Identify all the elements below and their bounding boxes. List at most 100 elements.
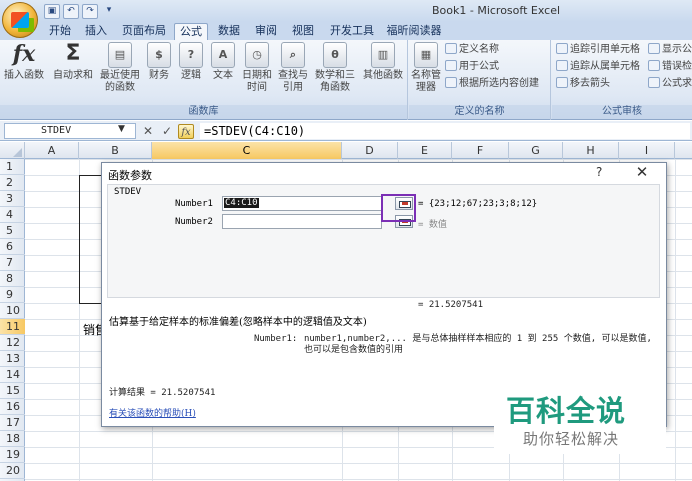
column-header-g[interactable]: G <box>509 142 563 159</box>
formula-input[interactable]: =STDEV(C4:C10) <box>200 123 690 139</box>
office-button[interactable] <box>2 2 38 38</box>
help-icon[interactable]: ? <box>596 165 602 179</box>
grid-line <box>675 159 676 481</box>
name-box[interactable]: STDEV <box>4 123 136 139</box>
formula-buttons: ✕ ✓ fx <box>140 123 194 139</box>
column-header-d[interactable]: D <box>342 142 398 159</box>
financial-button[interactable]: $ 财务 <box>144 42 174 82</box>
row-header[interactable]: 9 <box>0 287 25 303</box>
insert-function-fx-icon[interactable]: fx <box>178 123 194 139</box>
trace-precedents-icon <box>556 43 568 54</box>
tab-insert[interactable]: 插入 <box>80 23 112 40</box>
watermark-title: 百科全说 <box>506 394 627 428</box>
ribbon-tabs: 开始 插入 页面布局 公式 数据 审阅 视图 开发工具 福昕阅读器 <box>0 22 692 40</box>
autosum-button[interactable]: Σ 自动求和 <box>50 42 96 82</box>
row-header[interactable]: 20 <box>0 463 25 479</box>
formula-auditing-label: 公式审核 <box>552 105 692 119</box>
row-header[interactable]: 18 <box>0 431 25 447</box>
number1-result: = {23;12;67;23;3;8;12} <box>418 199 538 209</box>
use-in-formula-icon <box>445 60 457 71</box>
function-help-link[interactable]: 有关该函数的帮助(H) <box>109 406 196 419</box>
number1-label: Number1 <box>175 199 213 209</box>
row-header[interactable]: 8 <box>0 271 25 287</box>
row-header[interactable]: 16 <box>0 399 25 415</box>
name-manager-icon: ▦ <box>414 42 438 68</box>
tab-formulas[interactable]: 公式 <box>174 23 208 40</box>
row-header[interactable]: 3 <box>0 191 25 207</box>
name-manager-label: 名称管理器 <box>411 70 441 93</box>
remove-arrows-icon <box>556 77 568 88</box>
column-header-b[interactable]: B <box>79 142 152 159</box>
defined-names-group: ▦ 名称管理器 定义名称 用于公式 根据所选内容创建 定义的名称 <box>409 40 551 120</box>
tab-home[interactable]: 开始 <box>44 23 76 40</box>
create-from-selection-icon <box>445 77 457 88</box>
tab-developer[interactable]: 开发工具 <box>324 23 380 40</box>
calculation-result: 计算结果 = 21.5207541 <box>109 388 216 398</box>
row-header[interactable]: 7 <box>0 255 25 271</box>
row-header[interactable]: 1 <box>0 159 25 175</box>
tab-foxit-reader[interactable]: 福昕阅读器 <box>384 23 444 40</box>
row-header[interactable]: 11 <box>0 319 25 335</box>
logical-button[interactable]: ? 逻辑 <box>176 42 206 82</box>
show-formulas-button[interactable]: 显示公 <box>648 42 692 58</box>
trace-dependents-button[interactable]: 追踪从属单元格 <box>556 59 640 75</box>
column-header-i[interactable]: I <box>619 142 675 159</box>
book-icon: ◷ <box>245 42 269 68</box>
remove-arrows-button[interactable]: 移去箭头 <box>556 76 610 92</box>
number1-input[interactable]: C4:C10 <box>222 196 382 211</box>
argument-description: number1,number2,... 是与总体抽样样本相应的 1 到 255 … <box>304 334 652 355</box>
row-header[interactable]: 13 <box>0 351 25 367</box>
lookup-reference-button[interactable]: ⌕ 查找与引用 <box>276 42 310 94</box>
column-header-a[interactable]: A <box>25 142 79 159</box>
recent-functions-button[interactable]: ▤ 最近使用的函数 <box>98 42 142 94</box>
row-header[interactable]: 14 <box>0 367 25 383</box>
recent-functions-label: 最近使用的函数 <box>100 70 140 93</box>
select-all-corner[interactable] <box>0 142 25 159</box>
tab-page-layout[interactable]: 页面布局 <box>117 23 171 40</box>
column-header-e[interactable]: E <box>398 142 452 159</box>
error-checking-button[interactable]: 错误检 <box>648 59 692 75</box>
date-time-button[interactable]: ◷ 日期和时间 <box>240 42 274 94</box>
row-header[interactable]: 5 <box>0 223 25 239</box>
tab-data[interactable]: 数据 <box>213 23 245 40</box>
row-header[interactable]: 6 <box>0 239 25 255</box>
book-icon: $ <box>147 42 171 68</box>
row-header[interactable]: 15 <box>0 383 25 399</box>
number2-input[interactable] <box>222 214 382 229</box>
use-in-formula-button[interactable]: 用于公式 <box>445 59 499 75</box>
row-header[interactable]: 2 <box>0 175 25 191</box>
column-header-c[interactable]: C <box>152 142 342 159</box>
row-header[interactable]: 19 <box>0 447 25 463</box>
function-description: 估算基于给定样本的标准偏差(忽略样本中的逻辑值及文本) <box>109 317 367 328</box>
insert-function-button[interactable]: fx 插入函数 <box>2 42 46 82</box>
name-manager-button[interactable]: ▦ 名称管理器 <box>411 42 441 94</box>
row-header[interactable]: 4 <box>0 207 25 223</box>
define-name-button[interactable]: 定义名称 <box>445 42 499 58</box>
number2-result: = 数值 <box>418 220 447 230</box>
row-header[interactable]: 10 <box>0 303 25 319</box>
sigma-icon: Σ <box>65 41 81 66</box>
row-header[interactable]: 17 <box>0 415 25 431</box>
tab-view[interactable]: 视图 <box>287 23 319 40</box>
evaluate-formula-button[interactable]: 公式求 <box>648 76 692 92</box>
column-header-h[interactable]: H <box>563 142 619 159</box>
evaluate-formula-label: 公式求 <box>662 78 692 89</box>
math-trig-button[interactable]: θ 数学和三角函数 <box>312 42 358 94</box>
tab-review[interactable]: 审阅 <box>250 23 282 40</box>
window-title: Book1 - Microsoft Excel <box>431 4 561 17</box>
close-icon[interactable]: ✕ <box>632 163 652 181</box>
math-trig-label: 数学和三角函数 <box>315 70 355 93</box>
column-header-f[interactable]: F <box>452 142 509 159</box>
define-name-label: 定义名称 <box>459 44 499 55</box>
chevron-down-icon[interactable]: ▼ <box>118 124 125 134</box>
cancel-entry-icon[interactable]: ✕ <box>140 124 156 139</box>
confirm-entry-icon[interactable]: ✓ <box>159 124 175 139</box>
ribbon: fx 插入函数 Σ 自动求和 ▤ 最近使用的函数 $ 财务 ? 逻辑 A 文本 … <box>0 40 692 120</box>
text-button[interactable]: A 文本 <box>208 42 238 82</box>
create-from-selection-button[interactable]: 根据所选内容创建 <box>445 76 539 92</box>
remove-arrows-label: 移去箭头 <box>570 78 610 89</box>
more-functions-button[interactable]: ▥ 其他函数 <box>360 42 406 82</box>
defined-names-label: 定义的名称 <box>409 105 550 119</box>
trace-precedents-button[interactable]: 追踪引用单元格 <box>556 42 640 58</box>
row-header[interactable]: 12 <box>0 335 25 351</box>
